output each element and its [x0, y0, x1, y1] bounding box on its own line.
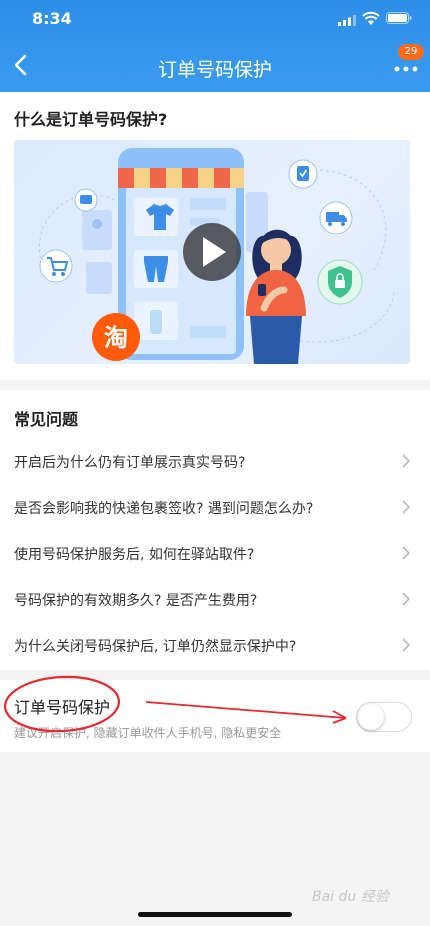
annotation-circle [3, 675, 121, 733]
annotation-overlay [3, 675, 347, 733]
home-indicator [138, 912, 292, 917]
annotation-arrow [145, 701, 347, 719]
watermark: Bai du 经验 [312, 889, 389, 905]
